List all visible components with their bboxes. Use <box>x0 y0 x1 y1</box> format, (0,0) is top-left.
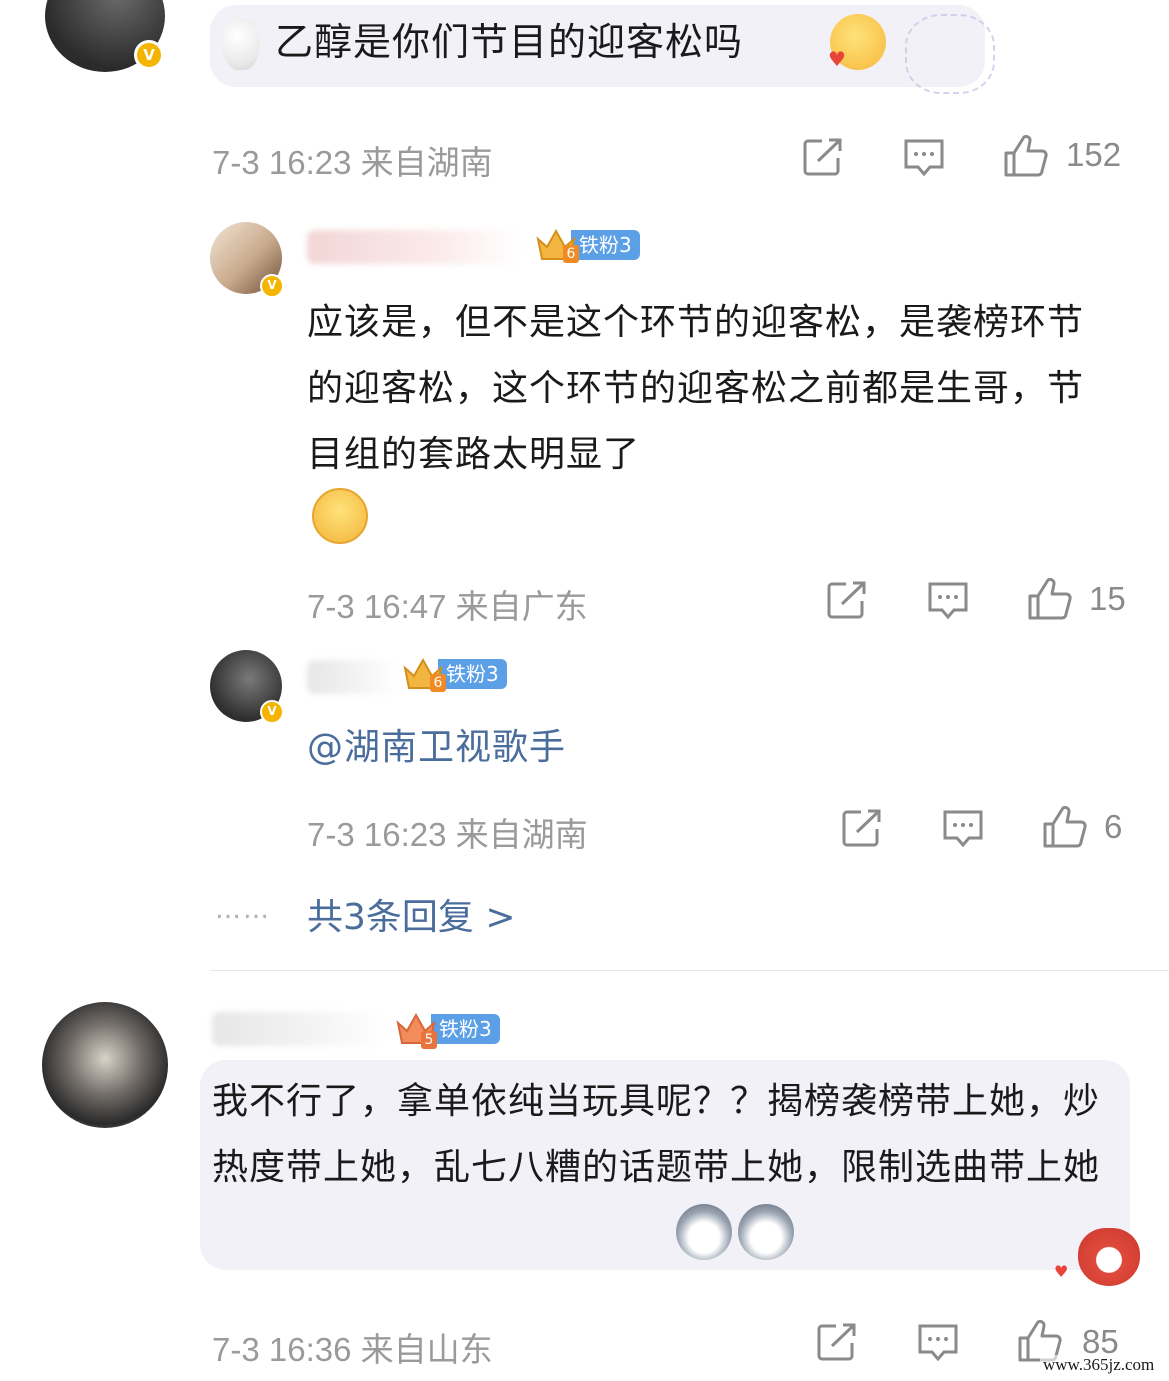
fan-badge-label: 铁粉3 <box>438 659 507 689</box>
watermark: www.365jz.com <box>1040 1355 1158 1375</box>
reply-text: 应该是，但不是这个环节的迎客松，是袭榜环节的迎客松，这个环节的迎客松之前都是生哥… <box>307 302 1085 475</box>
crown-icon: 6 <box>535 225 579 265</box>
red-heart-emoji: ♥ <box>828 47 846 71</box>
sticker-decoration <box>905 14 995 94</box>
username-blurred[interactable] <box>212 1012 387 1046</box>
like-count: 152 <box>1066 136 1122 173</box>
verified-badge: V <box>260 274 284 298</box>
thumbs-up-icon[interactable] <box>1026 576 1074 622</box>
reply-time: 7-3 16:47 来自广东 <box>307 588 588 625</box>
crown-icon: 5 <box>395 1009 437 1049</box>
username-blurred[interactable] <box>307 660 397 694</box>
more-replies-link[interactable]: 共3条回复 > <box>307 888 516 940</box>
fan-badge-label: 铁粉3 <box>571 230 640 260</box>
share-icon[interactable] <box>841 808 883 848</box>
comment-icon[interactable] <box>902 137 946 179</box>
husky-emoji <box>676 1204 732 1260</box>
fan-badge: 5 铁粉3 <box>395 1009 500 1049</box>
comment-icon[interactable] <box>916 1322 960 1364</box>
fan-badge: 6 铁粉3 <box>402 654 507 694</box>
thumbs-up-icon[interactable] <box>1002 133 1050 179</box>
heart-icon: ♥ <box>1054 1262 1069 1281</box>
mention-link[interactable]: @湖南卫视歌手 <box>307 715 566 781</box>
divider <box>210 970 1169 971</box>
strawberry-sticker <box>1078 1228 1140 1286</box>
reply-time: 7-3 16:23 来自湖南 <box>307 816 588 853</box>
fan-badge-label: 铁粉3 <box>431 1014 500 1044</box>
comment-icon[interactable] <box>941 808 985 850</box>
ellipsis: …… <box>215 895 271 925</box>
comment-time: 7-3 16:23 来自湖南 <box>212 144 493 181</box>
laugh-cry-emoji <box>312 488 368 544</box>
thumbs-up-icon[interactable] <box>1041 804 1089 850</box>
verified-badge: V <box>260 700 284 724</box>
avatar[interactable] <box>42 1002 168 1128</box>
username-blurred[interactable] <box>307 230 522 264</box>
comment-icon[interactable] <box>926 580 970 622</box>
share-icon[interactable] <box>802 137 844 177</box>
fan-badge: 6 铁粉3 <box>535 225 640 265</box>
crown-icon: 6 <box>402 654 446 694</box>
like-count: 6 <box>1104 808 1123 845</box>
share-icon[interactable] <box>816 1322 858 1362</box>
comment-text: 我不行了，拿单依纯当玩具呢？？揭榜袭榜带上她，炒热度带上她，乱七八糟的话题带上她… <box>212 1081 1101 1188</box>
comment-text: 乙醇是你们节目的迎客松吗 <box>275 20 744 64</box>
verified-badge: V <box>134 40 164 70</box>
egg-emoji <box>222 18 260 70</box>
husky-emoji <box>738 1204 794 1260</box>
like-count: 15 <box>1089 580 1126 617</box>
share-icon[interactable] <box>826 580 868 620</box>
comment-time: 7-3 16:36 来自山东 <box>212 1331 493 1368</box>
